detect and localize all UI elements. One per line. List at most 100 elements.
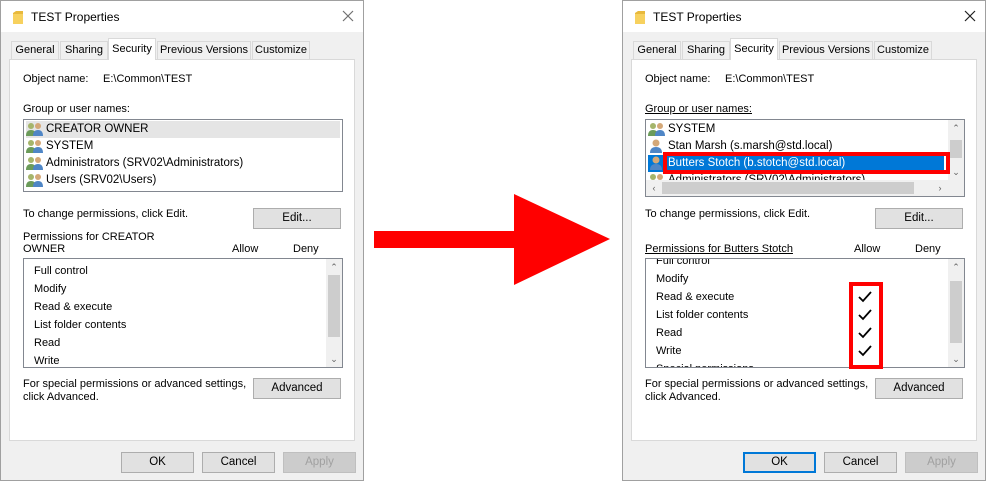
user-icon [650,139,662,153]
cancel-button[interactable]: Cancel [202,452,275,473]
list-item[interactable]: CREATOR OWNER [26,121,340,138]
permissions-list[interactable]: Full control Modify Read & execute List … [23,258,343,368]
group-name: SYSTEM [668,123,716,135]
group-list-hscrollbar[interactable]: ‹ › [646,180,948,196]
permissions-for-label-line2: OWNER [23,243,66,255]
close-icon [964,10,976,22]
permission-row: Read & execute [34,301,113,313]
tab-general[interactable]: General [11,41,59,59]
permission-row: Full control [656,258,710,267]
tab-customize[interactable]: Customize [252,41,310,59]
special-permissions-text: For special permissions or advanced sett… [645,378,869,390]
window-title: TEST Properties [653,10,742,24]
scroll-left-arrow-icon[interactable]: ‹ [646,180,662,196]
apply-button[interactable]: Apply [905,452,978,473]
permission-row: Modify [656,273,689,285]
permission-row: List folder contents [34,319,127,331]
group-names-list[interactable]: CREATOR OWNER SYSTEM Administrators (SRV… [23,119,343,192]
tab-sharing[interactable]: Sharing [60,41,108,59]
object-name-value: E:\Common\TEST [103,73,193,85]
scroll-up-arrow-icon[interactable]: ⌃ [948,259,964,275]
scroll-thumb[interactable] [950,281,962,343]
scroll-thumb[interactable] [950,140,962,158]
permissions-scrollbar[interactable]: ⌃ ⌄ [948,259,964,367]
permission-row: Modify [34,283,67,295]
scroll-up-arrow-icon[interactable]: ⌃ [948,120,964,136]
deny-column-header: Deny [915,243,941,255]
user-group-icon [26,139,43,153]
arrow-right-icon [374,194,610,285]
scroll-down-arrow-icon[interactable]: ⌄ [326,351,342,367]
tab-security[interactable]: Security [108,38,156,60]
group-name: CREATOR OWNER [46,123,149,135]
properties-dialog-after: TEST Properties General Sharing Security… [622,0,986,481]
user-group-icon [26,173,43,187]
ok-button[interactable]: OK [743,452,816,473]
tab-customize[interactable]: Customize [874,41,932,59]
change-permissions-text: To change permissions, click Edit. [23,208,189,220]
scroll-thumb[interactable] [662,182,914,194]
window-title: TEST Properties [31,10,120,24]
cancel-button[interactable]: Cancel [824,452,897,473]
tab-security[interactable]: Security [730,38,778,60]
object-name-label: Object name: [23,73,89,85]
user-group-icon [26,156,43,170]
list-item[interactable]: SYSTEM [648,121,944,138]
permission-row: Read [656,327,683,339]
permissions-scrollbar[interactable]: ⌃ ⌄ [326,259,342,367]
permission-row: Write [34,355,60,367]
change-permissions-text: To change permissions, click Edit. [645,208,811,220]
special-permissions-text-line2: click Advanced. [23,391,99,403]
ok-button[interactable]: OK [121,452,194,473]
permission-row: Read [34,337,61,349]
advanced-button[interactable]: Advanced [253,378,341,399]
permission-row: Full control [34,265,88,277]
user-group-icon [26,122,43,136]
permission-row: Read & execute [656,291,735,303]
group-name: Administrators (SRV02\Administrators) [46,157,244,169]
allow-column-header: Allow [854,243,881,255]
group-names-label: Group or user names: [23,103,130,115]
properties-dialog-before: TEST Properties General Sharing Security… [0,0,364,481]
user-group-icon [648,122,665,136]
title-bar: TEST Properties [1,1,363,32]
allow-checks-highlight [849,282,883,369]
special-permissions-text: For special permissions or advanced sett… [23,378,247,390]
tab-general[interactable]: General [633,41,681,59]
group-name: SYSTEM [46,140,94,152]
advanced-button[interactable]: Advanced [875,378,963,399]
tab-previous-versions[interactable]: Previous Versions [157,41,251,59]
scroll-down-arrow-icon[interactable]: ⌄ [948,164,964,180]
group-list-vscrollbar[interactable]: ⌃ ⌄ [948,120,964,180]
list-item[interactable]: SYSTEM [26,138,340,155]
group-names-label: Group or user names: [645,103,752,115]
permissions-for-label: Permissions for Butters Stotch [645,243,793,255]
tab-previous-versions[interactable]: Previous Versions [779,41,873,59]
apply-button[interactable]: Apply [283,452,356,473]
title-bar: TEST Properties [623,1,985,32]
folder-icon [635,11,645,24]
group-name: Users (SRV02\Users) [46,174,157,186]
scroll-up-arrow-icon[interactable]: ⌃ [326,259,342,275]
scroll-down-arrow-icon[interactable]: ⌄ [948,351,964,367]
permission-row: Write [656,345,682,357]
permission-row: List folder contents [656,309,749,321]
close-button[interactable] [333,1,363,32]
permissions-for-label: Permissions for CREATOR [23,231,155,243]
scroll-thumb[interactable] [328,275,340,337]
permissions-list[interactable]: Full control Modify Read & execute List … [645,258,965,368]
allow-column-header: Allow [232,243,259,255]
group-name: Stan Marsh (s.marsh@std.local) [668,140,833,152]
deny-column-header: Deny [293,243,319,255]
special-permissions-text-line2: click Advanced. [645,391,721,403]
security-panel: Object name: E:\Common\TEST Group or use… [631,59,977,441]
close-button[interactable] [955,1,985,32]
list-item[interactable]: Users (SRV02\Users) [26,172,340,189]
list-item[interactable]: Administrators (SRV02\Administrators) [26,155,340,172]
object-name-label: Object name: [645,73,711,85]
tab-sharing[interactable]: Sharing [682,41,730,59]
edit-button[interactable]: Edit... [253,208,341,229]
edit-button[interactable]: Edit... [875,208,963,229]
scroll-right-arrow-icon[interactable]: › [932,180,948,196]
folder-icon [13,11,23,24]
